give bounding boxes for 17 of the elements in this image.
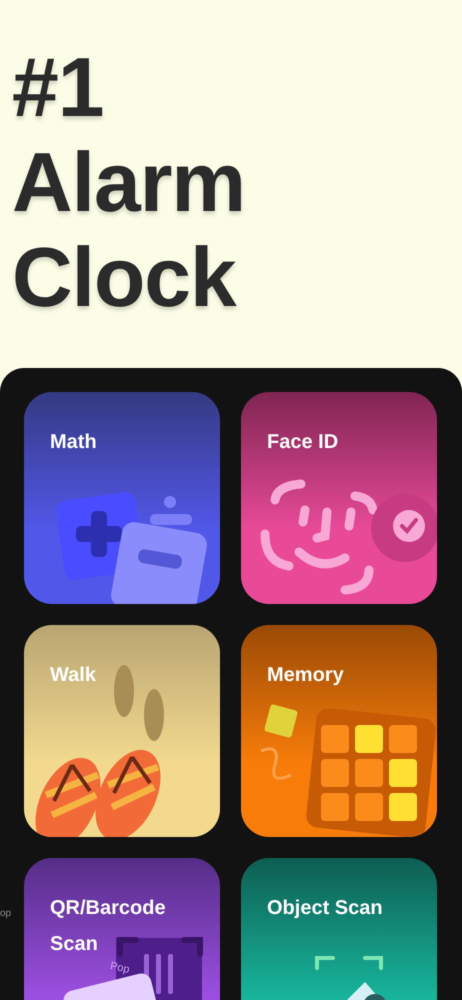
challenge-card[interactable]: Memory <box>241 625 437 837</box>
headline: Clock <box>12 230 236 325</box>
card-title: Walk <box>50 663 96 688</box>
card-title: Object Scan <box>267 896 383 921</box>
card-title: Face ID <box>267 430 338 455</box>
challenge-card[interactable]: Object Scan <box>241 858 437 1000</box>
challenge-card[interactable]: QR/Barcode Scan Pop <box>24 858 220 1000</box>
sticker-label: Pop <box>108 960 131 976</box>
cut-off-label: op <box>0 908 12 919</box>
object-scan-drawing <box>315 956 387 1000</box>
card-title: Memory <box>267 663 344 688</box>
challenge-card[interactable]: Math <box>24 392 220 604</box>
card-title: Math <box>50 430 97 455</box>
card-title: QR/Barcode Scan <box>50 896 167 957</box>
challenge-card[interactable]: Face ID <box>241 392 437 604</box>
headline: Alarm <box>12 135 246 230</box>
headline: #1 <box>12 40 104 135</box>
